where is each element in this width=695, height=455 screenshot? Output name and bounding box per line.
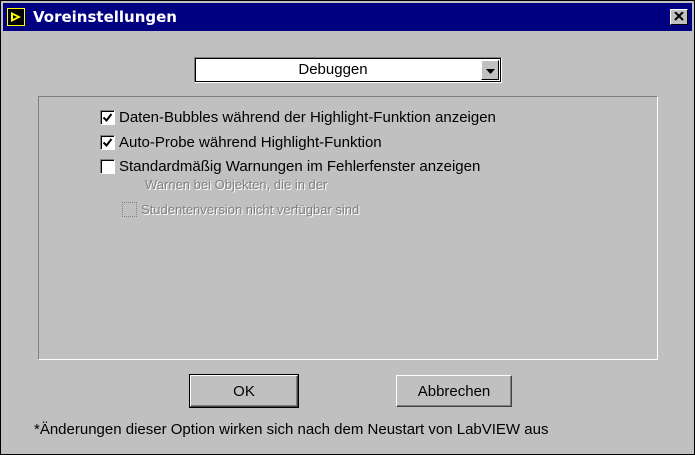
option-label: Standardmäßig Warnungen im Fehlerfenster… [119,157,481,175]
option-label: Daten-Bubbles während der Highlight-Funk… [119,108,496,126]
preferences-dialog: Voreinstellungen Debuggen Daten-Bubbles … [0,0,695,455]
option-warnungen[interactable]: Standardmäßig Warnungen im Fehlerfenster… [100,156,480,176]
option-label: Auto-Probe während Highlight-Funktion [119,133,382,151]
checkbox-daten-bubbles[interactable] [100,109,115,125]
option-daten-bubbles[interactable]: Daten-Bubbles während der Highlight-Funk… [100,107,496,127]
window-title: Voreinstellungen [33,8,177,26]
ok-button[interactable]: OK [189,374,299,408]
title-bar[interactable]: Voreinstellungen [3,3,692,31]
cancel-button[interactable]: Abbrechen [396,375,512,407]
option-studentenversion-label-line2: Studentenversion nicht verfügbar sind [141,201,360,217]
dropdown-arrow-button[interactable] [481,60,499,80]
close-button[interactable] [670,9,688,25]
checkbox-auto-probe[interactable] [100,134,115,150]
checkbox-studentenversion [122,201,137,217]
chevron-down-icon [485,61,495,79]
restart-footnote: *Änderungen dieser Option wirken sich na… [34,421,549,438]
options-panel: Daten-Bubbles während der Highlight-Funk… [38,96,658,360]
option-studentenversion: Studentenversion nicht verfügbar sind [122,199,359,219]
option-auto-probe[interactable]: Auto-Probe während Highlight-Funktion [100,132,382,152]
option-studentenversion-label-line1: Warnen bei Objekten, die in der [145,177,328,192]
category-dropdown[interactable]: Debuggen [194,57,502,83]
checkbox-warnungen[interactable] [100,158,115,174]
close-icon [674,8,684,26]
labview-app-icon [7,8,25,26]
category-dropdown-value: Debuggen [298,61,368,78]
